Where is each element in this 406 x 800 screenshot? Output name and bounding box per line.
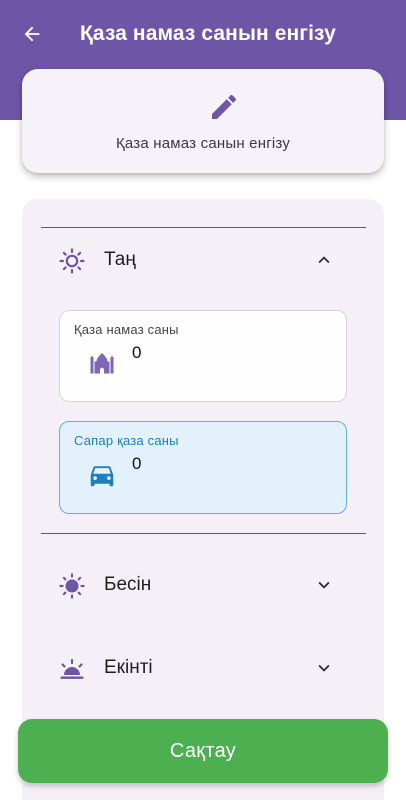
section-header-besin[interactable]: Бесін [22, 562, 384, 606]
safar-count-label: Сапар қаза саны [74, 433, 179, 448]
sun-outline-icon [59, 248, 85, 274]
divider [41, 227, 366, 228]
mosque-icon [90, 353, 114, 374]
qaza-count-field[interactable]: Қаза намаз саны 0 [59, 310, 347, 402]
arrow-left-icon [24, 26, 40, 42]
chevron-down-icon [318, 581, 330, 589]
section-label: Екінті [104, 657, 153, 678]
qaza-count-value: 0 [132, 343, 142, 362]
safar-count-field[interactable]: Сапар қаза саны 0 [59, 421, 347, 514]
header-card-subtitle: Қаза намаз санын енгізу [115, 135, 291, 152]
safar-count-value: 0 [132, 454, 142, 473]
app-screen: Қаза намаз санын енгізу Қаза намаз санын… [0, 0, 406, 800]
save-button[interactable]: Сақтау [18, 719, 388, 783]
divider [41, 533, 366, 534]
sunset-icon [60, 658, 84, 679]
page-title: Қаза намаз санын енгізу [80, 22, 336, 45]
car-icon [90, 466, 114, 487]
section-label: Таң [104, 249, 136, 270]
section-header-ekinti[interactable]: Екінті [22, 645, 384, 689]
sun-filled-icon [59, 573, 85, 599]
section-header-tan[interactable]: Таң [22, 237, 384, 281]
chevron-down-icon [318, 664, 330, 672]
chevron-up-icon [318, 256, 330, 264]
header-card: Қаза намаз санын енгізу [22, 69, 384, 173]
section-label: Бесін [104, 574, 152, 595]
save-button-label: Сақтау [169, 739, 237, 762]
pencil-icon [212, 94, 237, 119]
qaza-count-label: Қаза намаз саны [74, 322, 179, 337]
back-button[interactable] [14, 16, 50, 52]
prayer-panel: Таң Қаза намаз саны 0 Сапар қаза саны 0 … [22, 199, 384, 800]
